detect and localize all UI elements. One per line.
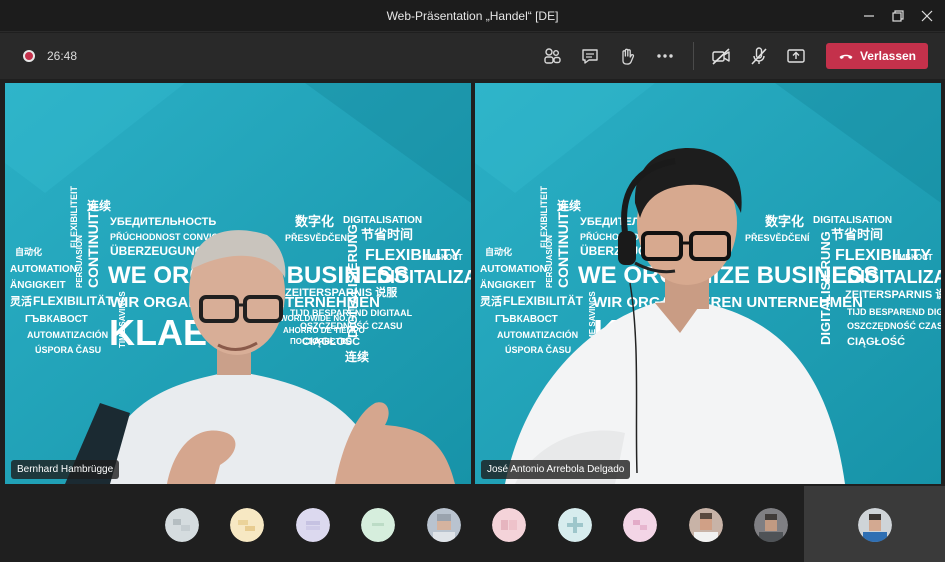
bg-word: FLEXIBILITÄT (33, 293, 114, 308)
bg-word: WORLDWIDE NO. 1 (280, 314, 355, 323)
bg-word: WE ORGANIZE BUSINESS (578, 262, 879, 289)
bg-word: ÚSPORA ČASU (35, 344, 101, 355)
meeting-timer: 26:48 (47, 49, 78, 63)
bg-word: FLEXIBILITEIT (69, 185, 79, 248)
bg-word: DIGITALIZATION (847, 267, 941, 287)
bg-word: DIGITALIZATION (377, 267, 471, 287)
bg-word: FLEXIBILITÄT (503, 293, 584, 308)
bg-word: AUTOMATIZACIÓN (497, 329, 578, 340)
participant-avatar[interactable] (558, 508, 592, 542)
bg-word: DIGITALISIERUNG (818, 231, 833, 345)
bg-word: ГЪВКАВОСТ (25, 314, 88, 325)
participant-avatar[interactable] (230, 508, 264, 542)
close-icon[interactable] (919, 8, 935, 24)
bg-word: AUTOMATION (480, 264, 547, 275)
leave-label: Verlassen (859, 49, 917, 63)
bg-word: 自动化 (485, 246, 512, 257)
recording-indicator (23, 50, 35, 62)
bg-word: 数字化 (295, 214, 334, 229)
participant-avatar[interactable] (296, 508, 330, 542)
bg-word: ÚSPORA ČASU (505, 344, 571, 355)
bg-word: FLEXIBILITEIT (539, 185, 549, 248)
bg-word: 灵活 (10, 294, 32, 308)
raise-hand-icon[interactable] (616, 45, 638, 67)
leave-button[interactable]: Verlassen (826, 43, 928, 69)
participants-icon[interactable] (541, 45, 563, 67)
bg-word: ГИБКОСТ (895, 253, 933, 262)
title-bar: Web-Präsentation „Handel“ [DE] (0, 0, 945, 32)
participant-avatar[interactable] (427, 508, 461, 542)
video-frame-left: 连续 УБЕДИТЕЛЬНОСТЬ PŘÚCHODNOST CONVICCIÓN… (5, 83, 471, 484)
participant-name-right: José Antonio Arrebola Delgado (481, 460, 631, 479)
phone-hangup-icon (839, 54, 853, 59)
bg-word: PŘESVĚDČENÍ (285, 232, 350, 243)
bg-word: TIJD BESPAREND DIGITAAL (847, 307, 941, 317)
more-icon[interactable] (654, 45, 676, 67)
bg-word: 节省时间 (361, 227, 413, 242)
bg-word: ГЪВКАВОСТ (495, 314, 558, 325)
mic-off-icon[interactable] (748, 45, 770, 67)
bg-word: 灵活 (480, 294, 502, 308)
bg-word: AUTOMATIZACIÓN (27, 329, 108, 340)
bg-word: AUTOMATION (10, 264, 77, 275)
participant-avatar[interactable] (165, 508, 199, 542)
bg-word: ZEITERSPARNIS 说服 (285, 285, 398, 299)
bg-word: 自动化 (15, 246, 42, 257)
bg-word: DIGITALISIERUNG (345, 224, 360, 338)
bg-word: OSZCZĘDNOŚĆ CZASU (847, 320, 941, 331)
bg-word: CIĄGŁOŚĆ (847, 335, 905, 348)
self-avatar[interactable] (858, 508, 892, 542)
bg-word: 数字化 (765, 214, 804, 229)
toolbar-divider (693, 42, 694, 70)
bg-word: ÜBERZEUGUNG (110, 243, 204, 258)
bg-word: PŘESVĚDČENÍ (745, 232, 810, 243)
meeting-toolbar: 26:48 Verlassen (0, 33, 945, 79)
participant-avatar[interactable] (623, 508, 657, 542)
bg-word: ПОСТОЯНСТВО (290, 337, 352, 346)
participant-name-left: Bernhard Hambrügge (11, 460, 120, 479)
participant-avatar[interactable] (492, 508, 526, 542)
restore-icon[interactable] (890, 8, 906, 24)
minimize-icon[interactable] (861, 8, 877, 24)
chat-icon[interactable] (579, 45, 601, 67)
bg-word: ГИБКОСТ (425, 253, 463, 262)
bg-word: TIME SAVINGS (118, 291, 127, 348)
participant-avatar[interactable] (754, 508, 788, 542)
bg-word: УБЕДИТЕЛЬНОСТЬ (110, 216, 216, 228)
bg-word: 节省时间 (831, 227, 883, 242)
video-tile-right[interactable]: 连续 УБЕДИТЕЛЬНОСТЬ PŘÚCHODNOST CONVICCIÓN… (475, 83, 941, 484)
bg-word: ÄNGIGKEIT (10, 278, 66, 291)
bg-word: ÄNGIGKEIT (480, 278, 536, 291)
video-tile-left[interactable]: 连续 УБЕДИТЕЛЬНОСТЬ PŘÚCHODNOST CONVICCIÓN… (5, 83, 471, 484)
bg-word: DIGITALISATION (813, 215, 892, 226)
participant-avatar[interactable] (361, 508, 395, 542)
teams-meeting-window: Web-Präsentation „Handel“ [DE] 26:48 Ver… (0, 0, 945, 562)
bg-word: 连续 (345, 349, 369, 364)
window-title: Web-Präsentation „Handel“ [DE] (386, 9, 559, 23)
bg-word: ZEITERSPARNIS 说服 (845, 287, 941, 301)
video-frame-right: 连续 УБЕДИТЕЛЬНОСТЬ PŘÚCHODNOST CONVICCIÓN… (475, 83, 941, 484)
bg-word: CONTINUITY (555, 202, 571, 288)
participant-avatar[interactable] (689, 508, 723, 542)
share-screen-icon[interactable] (785, 45, 807, 67)
camera-off-icon[interactable] (710, 45, 732, 67)
bg-word: CONTINUITY (85, 202, 101, 288)
